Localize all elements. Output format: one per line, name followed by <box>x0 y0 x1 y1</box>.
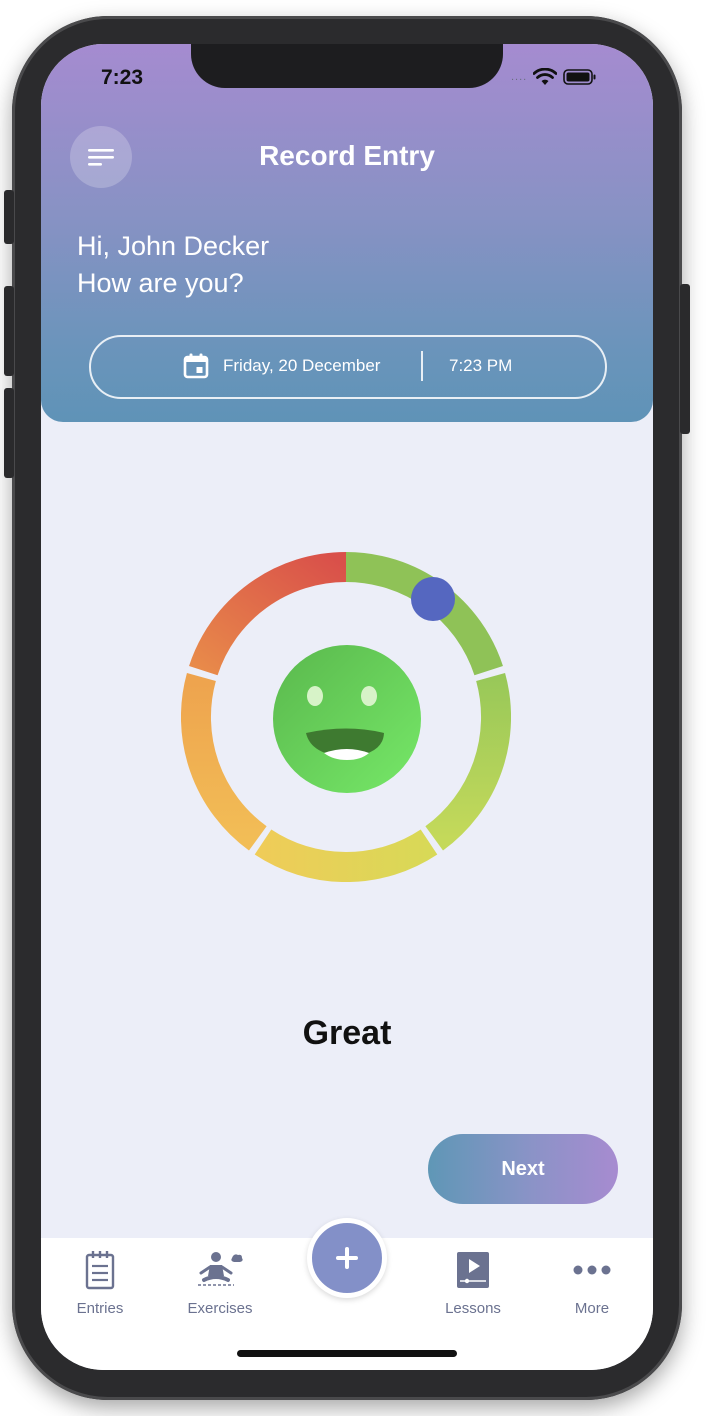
ring-segment-okay <box>254 829 438 883</box>
time-text: 7:23 PM <box>449 356 513 375</box>
mood-slider-knob[interactable] <box>411 577 455 621</box>
mood-ring-graphic <box>180 552 512 883</box>
mood-label: Great <box>302 1014 392 1052</box>
ring-segment-good <box>425 673 512 851</box>
video-lesson-icon <box>457 1252 489 1288</box>
mute-switch <box>4 190 14 244</box>
tab-lessons-label: Lessons <box>445 1300 501 1317</box>
next-button[interactable]: Next <box>428 1134 618 1204</box>
power-button <box>680 284 690 434</box>
greeting: Hi, John Decker How are you? <box>77 228 269 302</box>
home-indicator[interactable] <box>237 1350 457 1357</box>
app-screen: 7:23 .... Record Entry Hi, John Decker H… <box>41 44 653 1370</box>
page-title: Record Entry <box>259 140 435 171</box>
smiling-face-icon <box>273 645 421 793</box>
mood-ring[interactable] <box>180 552 512 883</box>
tab-exercises-label: Exercises <box>187 1300 253 1317</box>
volume-down-button <box>4 388 14 478</box>
status-icons: .... <box>511 68 597 86</box>
header: 7:23 .... Record Entry Hi, John Decker H… <box>41 44 653 422</box>
signal-dots: .... <box>511 71 528 83</box>
status-time: 7:23 <box>101 66 144 89</box>
battery-icon <box>563 69 596 85</box>
add-entry-button[interactable] <box>307 1218 387 1298</box>
tab-entries[interactable]: Entries <box>50 1248 150 1317</box>
tab-exercises[interactable]: Exercises <box>170 1248 270 1317</box>
ring-segment-meh <box>180 673 267 851</box>
more-dots-icon <box>573 1265 611 1275</box>
date-display: Friday, 20 December <box>183 353 380 379</box>
tab-lessons[interactable]: Lessons <box>423 1248 523 1317</box>
wifi-icon <box>533 68 558 85</box>
plus-icon <box>336 1247 358 1269</box>
tab-more[interactable]: More <box>542 1248 642 1317</box>
date-time-picker[interactable]: Friday, 20 December 7:23 PM <box>89 335 607 399</box>
tab-more-label: More <box>574 1300 610 1317</box>
notch <box>191 44 503 88</box>
date-text: Friday, 20 December <box>223 356 381 375</box>
meditation-icon <box>198 1252 243 1286</box>
tab-entries-label: Entries <box>76 1300 124 1317</box>
calendar-icon <box>183 353 209 379</box>
greeting-question: How are you? <box>77 268 244 298</box>
greeting-name: Hi, John Decker <box>77 231 270 261</box>
volume-up-button <box>4 286 14 376</box>
date-time-divider <box>421 351 423 381</box>
notepad-icon <box>85 1251 115 1290</box>
